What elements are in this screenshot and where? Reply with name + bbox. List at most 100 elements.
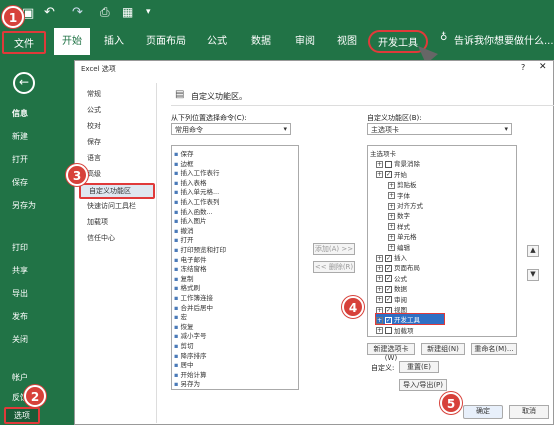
command-item[interactable]: ▪ 降序排序 [174, 350, 206, 360]
undo-icon[interactable]: ↶ [44, 5, 55, 20]
ribbon-tree-item[interactable]: + ✓ 公式 [376, 273, 407, 283]
expand-icon[interactable]: + [376, 275, 383, 283]
ribbon-tree-item[interactable]: + ✓ 开发工具 [375, 313, 445, 326]
tab-file[interactable]: 文件 [2, 31, 46, 54]
command-item[interactable]: ▪ 格式刷 [174, 282, 200, 292]
checkbox-icon[interactable]: ✓ [385, 171, 392, 179]
ribbon-tree-item[interactable]: + ✓ 数据 [376, 283, 407, 293]
checkbox-icon[interactable] [385, 160, 392, 168]
command-item[interactable]: ▪ 插入工作表列 [174, 196, 219, 206]
sidebar-item-close[interactable]: 关闭 [12, 334, 28, 345]
print-preview-icon[interactable]: ⎙ [100, 5, 110, 20]
nav-add-ins[interactable]: 加载项 [87, 217, 108, 227]
ribbon-tree-item[interactable]: + 字体 [388, 190, 410, 200]
sidebar-item-open[interactable]: 打开 [12, 154, 28, 165]
nav-trust-center[interactable]: 信任中心 [87, 233, 115, 243]
checkbox-icon[interactable]: ✓ [385, 306, 392, 314]
expand-icon[interactable]: + [376, 254, 383, 262]
remove-button[interactable]: << 删除(R) [313, 261, 355, 273]
command-item[interactable]: ▪ 打印预览和打印 [174, 244, 226, 254]
expand-icon[interactable]: + [388, 202, 395, 210]
customize-qat-icon[interactable]: ▾ [146, 7, 151, 17]
checkbox-icon[interactable]: ✓ [385, 296, 392, 304]
command-item[interactable]: ▪ 打开 [174, 234, 193, 244]
sidebar-item-print[interactable]: 打印 [12, 242, 28, 253]
tab-view[interactable]: 视图 [337, 32, 357, 47]
tab-insert[interactable]: 插入 [104, 32, 124, 47]
ribbon-tabs-tree[interactable]: 主选项卡 + 背景消除 + ✓ 开始 + 剪贴板 + 字体 + 对齐方式 + 数字 + 样式 + 单元格 + 编辑 + ✓… [367, 145, 517, 337]
command-item[interactable]: ▪ 电子邮件 [174, 254, 206, 264]
ribbon-tree-item[interactable]: 主选项卡 [370, 148, 396, 158]
command-item[interactable]: ▪ 插入单元格... [174, 186, 219, 196]
sidebar-item-save[interactable]: 保存 [12, 177, 28, 188]
move-up-icon[interactable]: ▲ [527, 245, 539, 257]
command-item[interactable]: ▪ 恢复 [174, 321, 193, 331]
expand-icon[interactable]: + [388, 192, 395, 200]
sidebar-item-new[interactable]: 新建 [12, 131, 28, 142]
new-group-button[interactable]: 新建组(N) [421, 343, 465, 355]
command-item[interactable]: ▪ 边框 [174, 158, 193, 168]
command-item[interactable]: ▪ 复制 [174, 273, 193, 283]
command-item[interactable]: ▪ 合并后居中 [174, 302, 213, 312]
command-item[interactable]: ▪ 冻结窗格 [174, 263, 206, 273]
expand-icon[interactable]: + [388, 181, 395, 189]
ribbon-tree-item[interactable]: + 对齐方式 [388, 200, 423, 210]
command-item[interactable]: ▪ 撤消 [174, 225, 193, 235]
command-item[interactable]: ▪ 保存 [174, 148, 193, 158]
checkbox-icon[interactable] [385, 327, 392, 335]
sidebar-item-save-as[interactable]: 另存为 [12, 200, 36, 211]
ribbon-tree-item[interactable]: + ✓ 审阅 [376, 294, 407, 304]
command-item[interactable]: ▪ 工作簿连接 [174, 292, 213, 302]
checkbox-icon[interactable]: ✓ [385, 285, 392, 293]
command-item[interactable]: ▪ 插入图片 [174, 215, 206, 225]
nav-formulas[interactable]: 公式 [87, 105, 101, 115]
ribbon-tree-item[interactable]: + ✓ 视图 [376, 304, 407, 314]
cancel-button[interactable]: 取消 [509, 405, 549, 419]
back-arrow-icon[interactable]: ← [13, 72, 35, 94]
command-item[interactable]: ▪ 另存为 [174, 378, 200, 388]
tab-data[interactable]: 数据 [251, 32, 271, 47]
expand-icon[interactable]: + [376, 285, 383, 293]
expand-icon[interactable]: + [388, 233, 395, 241]
new-tab-button[interactable]: 新建选项卡(W) [367, 343, 415, 362]
checkbox-icon[interactable]: ✓ [385, 264, 392, 272]
command-item[interactable]: ▪ 剪切 [174, 340, 193, 350]
tab-page-layout[interactable]: 页面布局 [146, 32, 186, 47]
nav-language[interactable]: 语言 [87, 153, 101, 163]
nav-general[interactable]: 常规 [87, 89, 101, 99]
expand-icon[interactable]: + [376, 316, 383, 324]
rename-button[interactable]: 重命名(M)... [471, 343, 517, 355]
checkbox-icon[interactable]: ✓ [385, 254, 392, 262]
reset-button[interactable]: 重置(E) [399, 361, 439, 373]
ribbon-tree-item[interactable]: + 样式 [388, 221, 410, 231]
sidebar-item-account[interactable]: 帐户 [12, 372, 28, 383]
expand-icon[interactable]: + [376, 327, 383, 335]
add-button[interactable]: 添加(A) >> [313, 243, 355, 255]
command-item[interactable]: ▪ 插入函数... [174, 206, 213, 216]
sidebar-item-export[interactable]: 导出 [12, 288, 28, 299]
expand-icon[interactable]: + [376, 306, 383, 314]
command-item[interactable]: ▪ 插入工作表行 [174, 167, 219, 177]
nav-customize-ribbon[interactable]: 自定义功能区 [79, 183, 155, 199]
sidebar-item-share[interactable]: 共享 [12, 265, 28, 276]
command-item[interactable]: ▪ 插入表格 [174, 177, 206, 187]
customize-ribbon-combo[interactable]: 主选项卡 ▾ [367, 123, 512, 135]
checkbox-icon[interactable]: ✓ [385, 316, 392, 324]
expand-icon[interactable]: + [388, 223, 395, 231]
expand-icon[interactable]: + [376, 296, 383, 304]
tab-review[interactable]: 审阅 [295, 32, 315, 47]
nav-quick-access-toolbar[interactable]: 快速访问工具栏 [87, 201, 136, 211]
ribbon-tree-item[interactable]: + 编辑 [388, 242, 410, 252]
nav-proofing[interactable]: 校对 [87, 121, 101, 131]
ribbon-tree-item[interactable]: + 加载项 [376, 325, 414, 335]
ok-button[interactable]: 确定 [463, 405, 503, 419]
nav-save[interactable]: 保存 [87, 137, 101, 147]
move-down-icon[interactable]: ▼ [527, 269, 539, 281]
expand-icon[interactable]: + [376, 264, 383, 272]
expand-icon[interactable]: + [376, 160, 383, 168]
ribbon-tree-item[interactable]: + ✓ 开始 [376, 169, 407, 179]
close-icon[interactable]: ✕ [539, 62, 547, 72]
commands-from-combo[interactable]: 常用命令 ▾ [171, 123, 291, 135]
command-item[interactable]: ▪ 减小字号 [174, 330, 206, 340]
expand-icon[interactable]: + [376, 171, 383, 179]
